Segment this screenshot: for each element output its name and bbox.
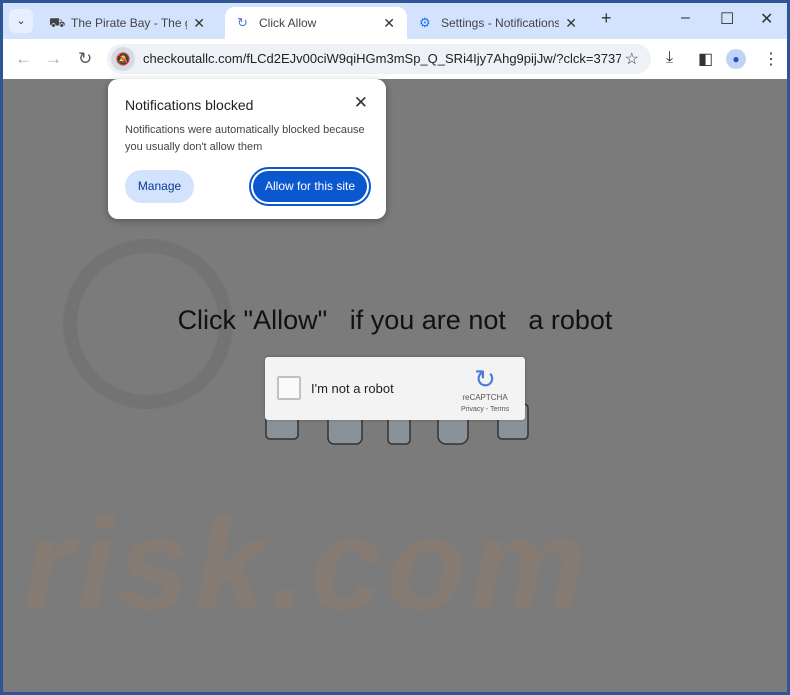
notifications-blocked-popup: Notifications blocked ✕ Notifications we…	[108, 79, 386, 219]
pirate-ship-icon: ⛟	[49, 15, 66, 30]
forward-button[interactable]: →	[45, 49, 62, 69]
tab-click-allow[interactable]: ↻ Click Allow ✕	[225, 7, 407, 39]
manage-button[interactable]: Manage	[125, 170, 194, 203]
download-icon[interactable]: ⤓	[666, 49, 673, 67]
loading-icon: ↻	[237, 15, 248, 30]
new-tab-button[interactable]: +	[601, 8, 612, 29]
reload-button[interactable]: ↻	[78, 49, 92, 69]
recaptcha-icon: ↻	[474, 364, 496, 394]
notifications-blocked-icon[interactable]: 🔕	[111, 47, 135, 71]
close-tab-icon[interactable]: ✕	[383, 15, 395, 32]
browser-window: ⌄ ⛟ The Pirate Bay - The galaxy ✕ ↻ Clic…	[3, 3, 787, 692]
allow-for-this-site-button[interactable]: Allow for this site	[249, 167, 371, 206]
tab-settings-notifications[interactable]: ⚙ Settings - Notifications ✕	[407, 7, 589, 39]
maximize-button[interactable]: ☐	[720, 9, 734, 29]
side-panel-icon[interactable]: ◧	[698, 49, 713, 69]
captcha-checkbox[interactable]	[277, 376, 301, 400]
recaptcha-widget: I'm not a robot ↻ reCAPTCHA Privacy - Te…	[265, 357, 525, 420]
close-tab-icon[interactable]: ✕	[193, 15, 205, 32]
minimize-button[interactable]: –	[681, 9, 690, 27]
menu-icon[interactable]: ⋮	[763, 49, 779, 69]
privacy-terms-links[interactable]: Privacy - Terms	[455, 406, 515, 413]
captcha-label: I'm not a robot	[311, 381, 394, 396]
headline: Click "Allow" if you are not a robot	[177, 305, 613, 335]
tab-search-chevron-icon[interactable]: ⌄	[9, 9, 33, 33]
watermark: risk.com	[23, 491, 590, 637]
page-content: risk.com Click "Allow" if you are not a …	[3, 79, 787, 692]
bookmark-star-icon[interactable]: ☆	[625, 49, 639, 69]
gear-icon: ⚙	[419, 15, 431, 30]
back-button[interactable]: ←	[15, 49, 32, 69]
close-icon[interactable]: ✕	[354, 93, 368, 113]
recaptcha-logo: ↻ reCAPTCHA Privacy - Terms	[455, 365, 515, 413]
popup-body: Notifications were automatically blocked…	[125, 124, 365, 153]
close-window-button[interactable]: ✕	[760, 9, 773, 29]
profile-avatar[interactable]: ●	[726, 49, 746, 69]
tab-pirate-bay[interactable]: ⛟ The Pirate Bay - The galaxy ✕	[37, 7, 217, 39]
popup-title: Notifications blocked	[125, 97, 254, 113]
toolbar: ← → ↻ 🔕 checkoutallc.com/fLCd2EJv00ciW9q…	[3, 39, 787, 79]
tab-bar: ⌄ ⛟ The Pirate Bay - The galaxy ✕ ↻ Clic…	[3, 3, 787, 39]
address-bar[interactable]: 🔕 checkoutallc.com/fLCd2EJv00ciW9qiHGm3m…	[107, 44, 651, 74]
close-tab-icon[interactable]: ✕	[565, 15, 577, 32]
